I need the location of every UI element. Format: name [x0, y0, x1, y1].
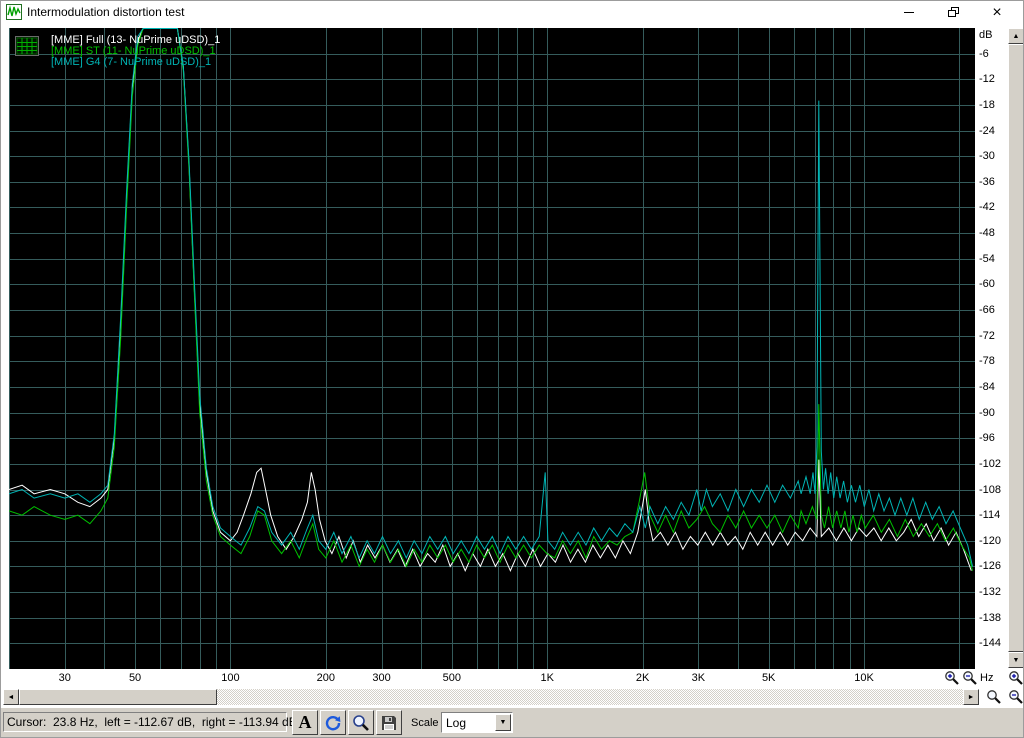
db-tick-label: -78: [979, 355, 995, 367]
zoom-in-icon: [944, 670, 960, 686]
db-tick-label: -90: [979, 407, 995, 419]
db-tick-label: -60: [979, 278, 995, 290]
hz-unit-label: Hz: [980, 672, 993, 684]
scale-dropdown-value: Log: [446, 716, 466, 730]
db-tick-label: -108: [979, 484, 1001, 496]
freq-tick-label: 10K: [854, 672, 874, 684]
font-icon: A: [299, 712, 312, 733]
scroll-left-button[interactable]: ◄: [3, 689, 19, 705]
close-icon: ×: [992, 5, 1001, 21]
cursor-readout: Cursor: 23.8 Hz, left = -112.67 dB, righ…: [3, 712, 287, 732]
db-tick-label: -72: [979, 330, 995, 342]
legend-entry-g4[interactable]: [MME] G4 (7- NuPrime uDSD)_1: [51, 57, 220, 68]
scroll-right-button[interactable]: ►: [963, 689, 979, 705]
freq-tick-label: 50: [129, 672, 141, 684]
db-tick-label: -144: [979, 637, 1001, 649]
freq-tick-label: 5K: [762, 672, 775, 684]
freq-tick-label: 3K: [692, 672, 705, 684]
title-bar[interactable]: Intermodulation distortion test ×: [1, 1, 1023, 24]
magnifier-icon: [352, 714, 370, 732]
db-axis: dB -6 -12 -18 -24 -30 -36 -42 -48 -54 -60 -66 -72 -78…: [977, 28, 1007, 669]
arrow-down-icon: ▼: [1013, 657, 1020, 664]
minimize-button[interactable]: [887, 1, 931, 24]
freq-tick-label: 1K: [541, 672, 554, 684]
refresh-button[interactable]: [320, 710, 346, 735]
arrow-left-icon: ◄: [8, 694, 15, 701]
font-button[interactable]: A: [292, 710, 318, 735]
arrow-up-icon: ▲: [1013, 33, 1020, 40]
arrow-right-icon: ►: [968, 694, 975, 701]
spectrum-trace: [9, 29, 973, 567]
freq-tick-label: 2K: [636, 672, 649, 684]
scroll-up-button[interactable]: ▲: [1008, 28, 1024, 44]
save-button[interactable]: [376, 710, 402, 735]
freq-tick-label: 500: [443, 672, 461, 684]
db-tick-label: -120: [979, 535, 1001, 547]
db-tick-label: -48: [979, 227, 995, 239]
grid-toggle-button[interactable]: [15, 36, 39, 56]
zoom-out-icon: [962, 670, 978, 686]
plot-area: [MME] Full (13- NuPrime uDSD)_1 [MME] ST…: [9, 28, 975, 669]
legend: [MME] Full (13- NuPrime uDSD)_1 [MME] ST…: [51, 35, 220, 68]
db-tick-label: -18: [979, 99, 995, 111]
spectrum-trace: [9, 29, 971, 571]
dropdown-button[interactable]: ▼: [495, 714, 511, 731]
db-tick-label: -66: [979, 304, 995, 316]
db-tick-label: -126: [979, 560, 1001, 572]
minimize-icon: [904, 12, 914, 13]
app-window: Intermodulation distortion test × [MME] …: [0, 0, 1024, 738]
spectrum-plot[interactable]: [9, 28, 975, 669]
vertical-scrollbar[interactable]: ▲ ▼: [1008, 28, 1024, 668]
scale-label: Scale: [411, 717, 439, 729]
freq-tick-label: 200: [317, 672, 335, 684]
db-tick-label: -36: [979, 176, 995, 188]
vertical-scrollbar-thumb[interactable]: [1008, 44, 1024, 652]
db-tick-label: -6: [979, 48, 989, 60]
db-tick-label: -24: [979, 125, 995, 137]
db-tick-label: -12: [979, 73, 995, 85]
db-tick-label: -30: [979, 150, 995, 162]
db-tick-label: -54: [979, 253, 995, 265]
db-tick-label: -114: [979, 509, 1000, 521]
db-tick-label: -96: [979, 432, 995, 444]
save-icon: [381, 715, 397, 731]
chevron-down-icon: ▼: [500, 719, 507, 726]
zoom-tool-button[interactable]: [348, 710, 374, 735]
zoom-out-icon: [1008, 689, 1024, 705]
zoom-full-icon: [986, 689, 1002, 705]
freq-tick-label: 300: [372, 672, 390, 684]
restore-icon: [948, 7, 959, 18]
status-bar: Cursor: 23.8 Hz, left = -112.67 dB, righ…: [1, 707, 1023, 738]
frequency-axis: Hz 30 50 100 200 300 500 1K 2K 3K 5K 10K: [1, 669, 1007, 688]
close-button[interactable]: ×: [975, 1, 1019, 24]
freq-tick-label: 30: [59, 672, 71, 684]
db-tick-label: -42: [979, 201, 995, 213]
scroll-down-button[interactable]: ▼: [1008, 652, 1024, 668]
db-tick-label: -138: [979, 612, 1001, 624]
db-unit-label: dB: [979, 29, 992, 41]
app-icon: [6, 4, 22, 20]
zoom-full-button[interactable]: [985, 689, 1002, 706]
db-tick-label: -84: [979, 381, 995, 393]
grid-icon: [16, 37, 38, 55]
scale-dropdown[interactable]: Log ▼: [441, 712, 513, 733]
zoom-in-horizontal-button[interactable]: [943, 670, 960, 687]
db-tick-label: -132: [979, 586, 1001, 598]
horizontal-scrollbar[interactable]: ◄ ►: [3, 689, 979, 705]
zoom-out-vertical-button[interactable]: [1007, 689, 1024, 706]
zoom-in-vertical-button[interactable]: [1007, 670, 1024, 687]
db-tick-label: -102: [979, 458, 1001, 470]
horizontal-scrollbar-thumb[interactable]: [19, 689, 217, 705]
zoom-in-icon: [1008, 670, 1024, 686]
freq-tick-label: 100: [221, 672, 239, 684]
restore-button[interactable]: [931, 1, 975, 24]
window-title: Intermodulation distortion test: [27, 5, 184, 19]
refresh-icon: [324, 714, 342, 732]
zoom-out-horizontal-button[interactable]: [961, 670, 978, 687]
